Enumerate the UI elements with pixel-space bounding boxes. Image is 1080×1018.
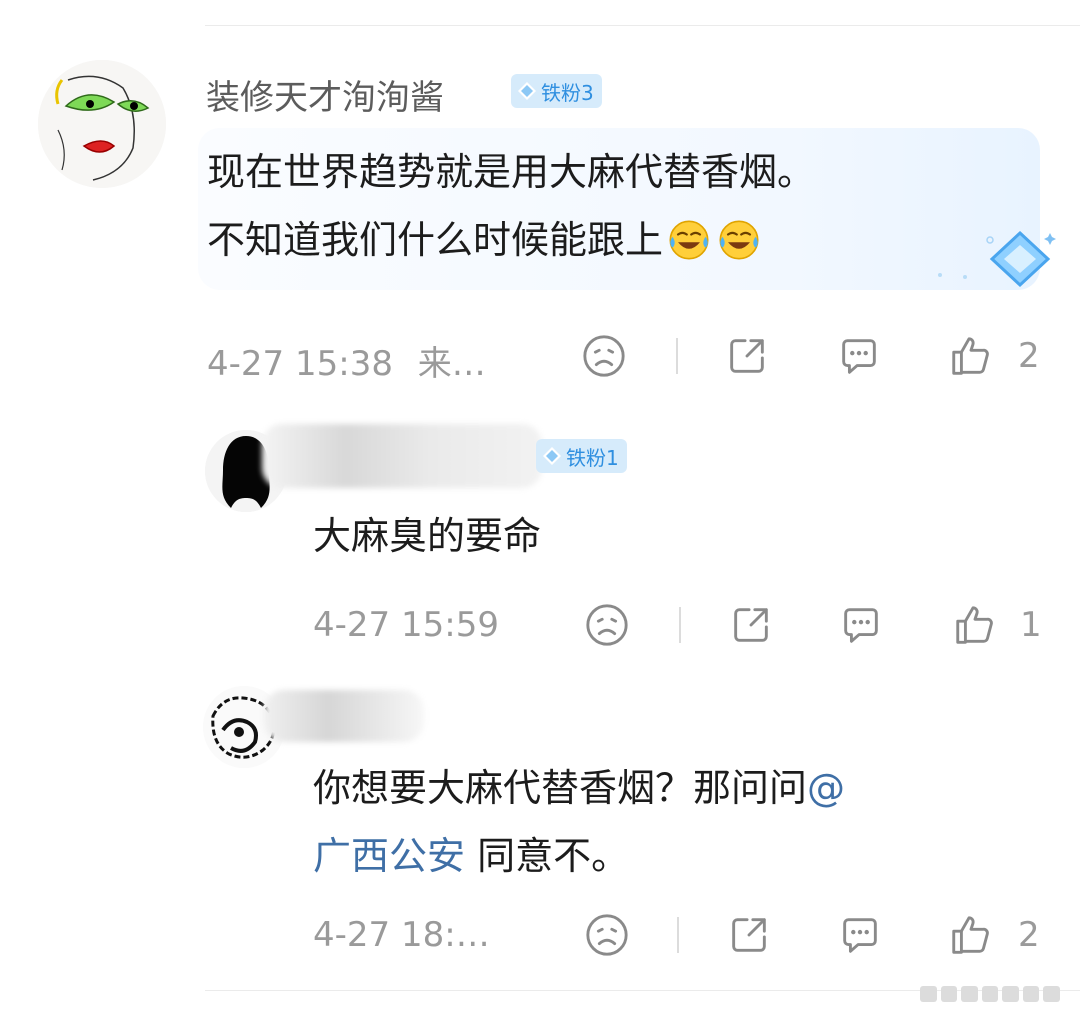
username[interactable]: 装修天才洵洵酱 bbox=[206, 70, 444, 119]
comment-line: 大麻臭的要命 bbox=[313, 514, 542, 558]
mention-at[interactable]: @ bbox=[807, 766, 845, 810]
thumbs-up-icon bbox=[952, 602, 998, 648]
mention-link[interactable]: 广西公安 bbox=[313, 834, 465, 878]
share-icon bbox=[724, 333, 770, 379]
comment-button[interactable] bbox=[838, 602, 884, 648]
action-separator bbox=[679, 607, 681, 643]
comment-text: 你想要大麻代替香烟？那问问@ 广西公安 同意不。 bbox=[313, 754, 1053, 890]
comment-line: 你想要大麻代替香烟？那问问 bbox=[313, 766, 808, 810]
timestamp: 4-27 15:59 bbox=[313, 605, 499, 645]
sad-face-icon bbox=[581, 333, 627, 379]
share-icon bbox=[726, 912, 772, 958]
comment-meta: 4-27 18:… bbox=[313, 915, 490, 955]
sad-face-icon bbox=[584, 912, 630, 958]
like-button[interactable] bbox=[948, 333, 994, 379]
timestamp: 4-27 15:38 bbox=[207, 344, 393, 384]
comment-button[interactable] bbox=[837, 912, 883, 958]
blurred-username bbox=[262, 424, 542, 488]
comment-bubble-icon bbox=[838, 602, 884, 648]
avatar[interactable] bbox=[38, 60, 166, 188]
diamond-icon bbox=[517, 81, 537, 101]
comment-meta: 4-27 15:38 来… bbox=[207, 336, 486, 385]
timestamp: 4-27 18:… bbox=[313, 915, 490, 955]
like-count: 1 bbox=[1020, 605, 1042, 645]
top-divider bbox=[205, 25, 1080, 26]
share-button[interactable] bbox=[728, 602, 774, 648]
reaction-button[interactable] bbox=[581, 333, 627, 379]
comment-button[interactable] bbox=[836, 333, 882, 379]
like-button[interactable] bbox=[952, 602, 998, 648]
comment-text: 大麻臭的要命 bbox=[313, 502, 541, 570]
fan-badge[interactable]: 铁粉3 bbox=[511, 74, 602, 108]
badge-label: 铁粉3 bbox=[541, 80, 594, 105]
comment-meta: 4-27 15:59 bbox=[313, 605, 499, 645]
blurred-username bbox=[264, 690, 424, 742]
source-label: 来… bbox=[417, 344, 486, 384]
comment-line: 不知道我们什么时候能跟上 bbox=[207, 218, 664, 262]
fan-badge[interactable]: 铁粉1 bbox=[536, 439, 627, 473]
like-button[interactable] bbox=[948, 912, 994, 958]
comment-text: 现在世界趋势就是用大麻代替香烟。 不知道我们什么时候能跟上 bbox=[207, 138, 1037, 274]
like-count: 2 bbox=[1018, 336, 1040, 376]
comment-line: 现在世界趋势就是用大麻代替香烟。 bbox=[207, 150, 816, 194]
action-separator bbox=[677, 917, 679, 953]
watermark bbox=[920, 986, 1061, 1002]
comment-bubble-icon bbox=[837, 912, 883, 958]
share-button[interactable] bbox=[724, 333, 770, 379]
thumbs-up-icon bbox=[948, 912, 994, 958]
reaction-button[interactable] bbox=[584, 912, 630, 958]
comment-tail: 同意不。 bbox=[465, 834, 630, 878]
badge-label: 铁粉1 bbox=[566, 445, 619, 470]
laughing-crying-emoji-icon bbox=[717, 218, 761, 262]
laughing-crying-emoji-icon bbox=[667, 218, 711, 262]
share-icon bbox=[728, 602, 774, 648]
reaction-button[interactable] bbox=[584, 602, 630, 648]
like-count: 2 bbox=[1018, 915, 1040, 955]
diamond-icon bbox=[542, 446, 562, 466]
thumbs-up-icon bbox=[948, 333, 994, 379]
action-separator bbox=[676, 338, 678, 374]
comment-bubble-icon bbox=[836, 333, 882, 379]
sad-face-icon bbox=[584, 602, 630, 648]
share-button[interactable] bbox=[726, 912, 772, 958]
